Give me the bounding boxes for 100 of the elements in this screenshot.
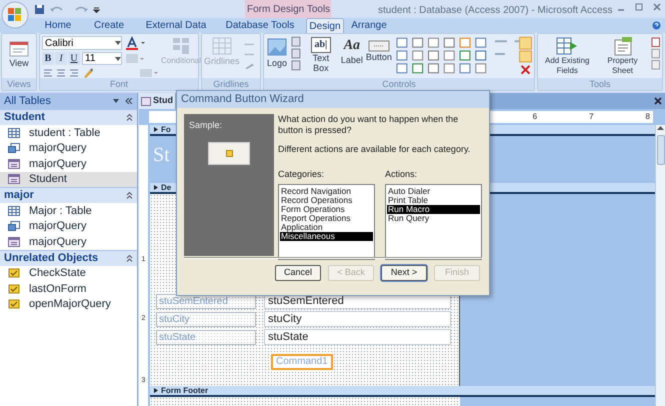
group-label: Gridlines	[202, 78, 260, 90]
control-tool-button[interactable]: ab| Text Box	[304, 36, 338, 73]
section-bar[interactable]: Form Footer	[150, 386, 655, 397]
dialog-title: Command Button Wizard	[181, 92, 304, 108]
format-painter-icon[interactable]	[82, 67, 94, 78]
help-icon[interactable]	[652, 21, 661, 30]
view-icon	[8, 40, 30, 58]
text-box-control[interactable]: stuCity	[264, 311, 451, 327]
ribbon-tab[interactable]: Database Tools	[218, 18, 302, 33]
vertical-scrollbar[interactable]	[655, 125, 665, 406]
form-icon	[8, 236, 20, 247]
macro-icon	[8, 284, 20, 294]
list-label: Categories:	[278, 168, 326, 181]
list-option[interactable]: Miscellaneous	[280, 232, 373, 241]
control-options-icons	[492, 36, 532, 76]
section-marker-icon	[153, 184, 159, 191]
grid-icon	[210, 36, 233, 56]
macro-icon	[226, 150, 232, 156]
table-icon	[8, 128, 20, 138]
format-toggle[interactable]: B	[42, 52, 54, 65]
nav-item[interactable]: openMajorQuery	[0, 296, 137, 312]
nav-item[interactable]: student : Table	[0, 125, 137, 140]
close-icon[interactable]	[653, 2, 661, 12]
dropdown-caret-icon[interactable]	[113, 99, 119, 103]
control-tool-button[interactable]: Logo	[266, 36, 288, 68]
list-box[interactable]: Auto Dialer Print Table Run Macro Run Query	[385, 184, 482, 260]
dropdown-caret-icon	[115, 56, 121, 60]
maximize-icon[interactable]	[635, 2, 643, 12]
hint-text: Different actions are available for each category.	[278, 143, 472, 156]
conditional-icon	[171, 36, 192, 56]
property-sheet-button[interactable]: Property Sheet	[597, 36, 648, 76]
picture-icon	[266, 36, 288, 58]
add-existing-fields-button[interactable]: Add Existing Fields	[540, 36, 594, 76]
customize-icon[interactable]	[93, 6, 100, 12]
collapse-chevron-icon[interactable]	[126, 192, 133, 199]
nav-item[interactable]: majorQuery	[0, 234, 137, 250]
collapse-chevron-icon[interactable]	[126, 114, 133, 121]
list-label: Actions:	[385, 168, 418, 180]
list-option[interactable]: Report Operations	[280, 214, 373, 223]
list-option[interactable]: Application	[280, 223, 373, 232]
font-color-icon[interactable]	[124, 36, 146, 50]
format-toggle[interactable]: U	[68, 52, 80, 65]
list-option[interactable]: Record Operations	[280, 196, 373, 205]
nav-item[interactable]: CheckState	[0, 266, 137, 281]
ribbon-tab[interactable]: Arrange	[348, 18, 390, 33]
group-label: Controls	[264, 78, 534, 90]
nav-item[interactable]: majorQuery	[0, 140, 137, 156]
collapse-icon[interactable]	[125, 98, 133, 104]
list-option[interactable]: Auto Dialer	[387, 187, 480, 196]
ruler-number: 6	[532, 111, 538, 123]
ribbon-tab[interactable]: Create	[84, 18, 134, 33]
context-tab-label: Form Design Tools	[245, 0, 331, 18]
form-icon	[141, 96, 151, 106]
property-sheet-icon	[612, 36, 634, 56]
font-size-dropdown[interactable]: 11	[82, 52, 122, 65]
ribbon-tab[interactable]: Home	[36, 18, 80, 33]
button-tool-icon	[368, 40, 390, 52]
macro-icon	[8, 299, 20, 310]
ribbon-tab[interactable]: External Data	[138, 18, 214, 33]
line-color-icon	[138, 67, 158, 78]
fill-color-icon	[124, 52, 144, 65]
close-icon[interactable]	[654, 97, 662, 105]
list-box[interactable]: Record Navigation Record Operations Form Operations Report Operations Application Miscellaneous	[278, 184, 375, 260]
list-option[interactable]: Run Query	[387, 214, 480, 223]
nav-item[interactable]: Major : Table	[0, 203, 137, 218]
dropdown-caret-icon	[115, 41, 121, 45]
font-name-dropdown[interactable]: Calibri	[42, 36, 122, 50]
nav-item[interactable]: majorQuery	[0, 218, 137, 234]
nav-item[interactable]: lastOnForm	[0, 281, 137, 296]
group-label: Tools	[538, 78, 662, 90]
form-title: St	[153, 143, 170, 168]
scroll-thumb[interactable]	[656, 135, 664, 165]
collapse-chevron-icon[interactable]	[126, 254, 133, 262]
align-icon[interactable]	[42, 67, 80, 78]
query-icon	[8, 221, 20, 232]
nav-item[interactable]: majorQuery	[0, 156, 137, 172]
control-tool-button[interactable]: Button	[366, 36, 392, 62]
text-box-control[interactable]: stuState	[264, 329, 451, 345]
group-label: Views	[2, 78, 36, 90]
control-tool-button[interactable]: Aa Label	[340, 36, 363, 65]
dialog-button[interactable]: Cancel	[275, 265, 321, 281]
table-icon	[8, 206, 20, 216]
textbox-tool-glyph: ab|	[310, 37, 331, 53]
window-title: student : Database (Access 2007) - Microsoft Access	[378, 4, 613, 18]
question-text: What action do you want to happen when the button is pressed?	[278, 114, 460, 136]
save-icon[interactable]	[34, 4, 45, 14]
scroll-up-icon[interactable]	[657, 125, 664, 130]
view-button[interactable]: View	[8, 36, 30, 68]
list-option[interactable]: Record Navigation	[280, 187, 373, 196]
dialog-button[interactable]: Next >	[381, 265, 427, 281]
ruler-number: 7	[589, 111, 594, 123]
list-option[interactable]: Print Table	[387, 196, 480, 205]
list-option[interactable]: Form Operations	[280, 205, 373, 214]
ribbon-tab[interactable]: Design	[306, 18, 344, 33]
nav-item[interactable]: Student	[0, 172, 137, 187]
document-tab[interactable]: Stud	[139, 93, 175, 109]
list-option[interactable]: Run Macro	[387, 205, 480, 214]
group-label: Font	[40, 78, 198, 90]
sample-label: Sample:	[189, 119, 222, 132]
format-toggle[interactable]: I	[55, 52, 67, 65]
